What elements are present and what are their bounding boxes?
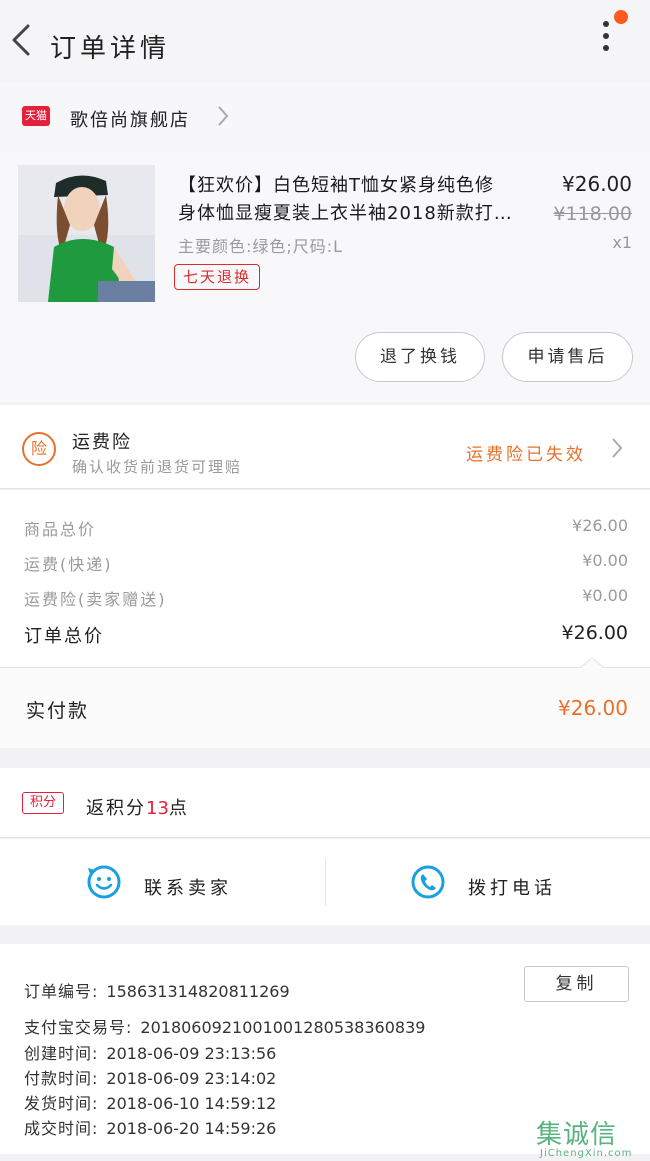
paid-time: 2018-06-09 23:14:02	[106, 1069, 277, 1088]
points-amount: 13	[146, 798, 169, 819]
info-key: 发货时间:	[24, 1094, 99, 1113]
phone-icon	[411, 865, 445, 899]
cost-label: 运费险(卖家赠送)	[24, 590, 167, 609]
smile-chat-icon	[87, 865, 121, 899]
contact-seller-button[interactable]: 联系卖家	[86, 862, 246, 902]
paid-time-row: 付款时间: 2018-06-09 23:14:02	[24, 1065, 276, 1089]
original-price: ¥118.00	[553, 203, 632, 225]
points-suffix: 点	[168, 798, 189, 819]
notification-dot	[614, 10, 628, 24]
points-badge: 积分	[22, 792, 64, 814]
tmall-badge-label: 天猫	[22, 106, 50, 126]
insurance-title: 运费险	[72, 432, 132, 453]
info-key: 创建时间:	[24, 1044, 99, 1063]
info-key: 订单编号:	[24, 982, 99, 1001]
insurance-icon: 险	[22, 432, 56, 466]
chevron-right-icon[interactable]	[610, 436, 624, 460]
watermark-logo: 集诚信 JiChengXin.com	[530, 1112, 650, 1160]
after-sale-button[interactable]: 申请售后	[502, 332, 633, 382]
call-phone-label: 拨打电话	[468, 878, 556, 899]
order-total-value: ¥26.00	[561, 622, 628, 644]
created-time-row: 创建时间: 2018-06-09 23:13:56	[24, 1040, 276, 1064]
return-policy-badge: 七天退换	[174, 264, 261, 290]
info-key: 付款时间:	[24, 1069, 99, 1088]
order-number: 1586313148208112​69	[106, 982, 290, 1001]
tmall-logo-icon: 天猫	[22, 106, 50, 126]
product-title[interactable]: 【狂欢价】白色短袖T恤女紧身纯色修 身体恤显瘦夏装上衣半袖2018新款打…	[178, 172, 538, 228]
refund-button[interactable]: 退了换钱	[355, 332, 485, 382]
product-title-line-1: 【狂欢价】白色短袖T恤女紧身纯色修	[178, 175, 494, 196]
product-image[interactable]	[18, 165, 155, 302]
copy-button[interactable]: 复制	[524, 966, 629, 1002]
call-phone-button[interactable]: 拨打电话	[410, 862, 570, 902]
order-number-row: 订单编号: 1586313148208112​69	[24, 978, 290, 1002]
more-vertical-icon[interactable]	[594, 18, 618, 58]
product-quantity: x1	[612, 233, 632, 252]
product-price: ¥26.00	[562, 172, 632, 196]
product-spec: 主要颜色:绿色;尺码:L	[178, 237, 344, 256]
order-total-label: 订单总价	[24, 626, 104, 647]
cost-value: ¥0.00	[582, 586, 628, 605]
shipped-time: 2018-06-10 14:59:12	[106, 1094, 277, 1113]
insurance-description: 确认收货前退货可理赔	[72, 458, 243, 476]
alipay-number: 2018060921001001280538360839	[140, 1018, 426, 1037]
page-title: 订单详情	[50, 34, 171, 64]
back-chevron-icon[interactable]	[6, 20, 36, 60]
cost-label: 运费(快递)	[24, 555, 113, 574]
cost-label: 商品总价	[24, 520, 97, 539]
paid-label: 实付款	[26, 700, 90, 722]
divider	[325, 858, 326, 906]
cost-value: ¥0.00	[582, 551, 628, 570]
contact-seller-label: 联系卖家	[144, 878, 232, 899]
completed-time-row: 成交时间: 2018-06-20 14:59:26	[24, 1115, 276, 1139]
chevron-right-icon[interactable]	[216, 104, 230, 128]
points-prefix: 返积分	[86, 798, 146, 819]
product-title-line-2: 身体恤显瘦夏装上衣半袖2018新款打…	[178, 203, 513, 224]
created-time: 2018-06-09 23:13:56	[106, 1044, 277, 1063]
watermark-text: 集诚信	[536, 1120, 618, 1150]
cost-value: ¥26.00	[572, 516, 628, 535]
points-text: 返积分13点	[86, 794, 189, 820]
watermark-url: JiChengXin.com	[540, 1148, 633, 1159]
info-key: 支付宝交易号:	[24, 1018, 133, 1037]
shop-name[interactable]: 歌倍尚旗舰店	[70, 106, 190, 132]
paid-value: ¥26.00	[558, 696, 628, 720]
completed-time: 2018-06-20 14:59:26	[106, 1119, 277, 1138]
shipped-time-row: 发货时间: 2018-06-10 14:59:12	[24, 1090, 276, 1114]
info-key: 成交时间:	[24, 1119, 99, 1138]
alipay-number-row: 支付宝交易号: 2018060921001001280538360839	[24, 1014, 425, 1038]
insurance-status[interactable]: 运费险已失效	[466, 440, 586, 465]
